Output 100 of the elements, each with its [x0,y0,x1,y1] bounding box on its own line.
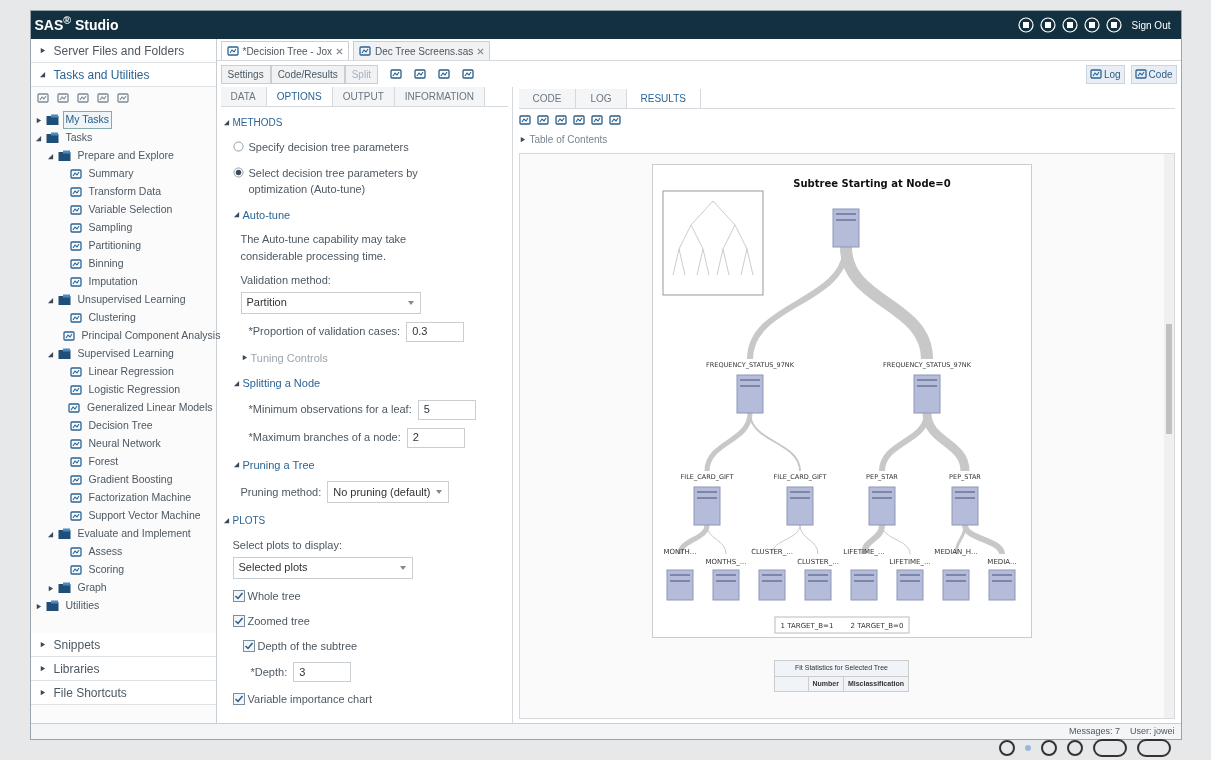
tree-item[interactable]: Variable Selection [85,201,176,219]
accordion-header[interactable]: Tasks and Utilities [30,63,216,87]
tree-item[interactable]: Gradient Boosting [85,471,176,489]
view-button[interactable]: Log [1085,64,1125,84]
result-tab[interactable]: LOG [576,89,627,108]
tree-item[interactable]: Clustering [85,309,139,327]
checkbox[interactable] [232,589,245,602]
section-header[interactable]: PLOTS [232,513,266,528]
toggle-icon[interactable] [222,119,230,126]
mode-button[interactable]: Code/Results [270,64,345,84]
checkbox[interactable] [242,639,255,652]
result-tab[interactable]: CODE [518,89,577,108]
toggle-icon[interactable] [34,116,42,124]
tree-item[interactable]: Graph [74,579,110,597]
tree-item[interactable]: Partitioning [85,237,145,255]
carousel-pill[interactable] [1093,739,1127,757]
group-header[interactable]: Pruning a Tree [242,456,315,473]
close-icon[interactable] [477,47,485,55]
radio-button[interactable] [232,166,244,178]
tree-item[interactable]: Linear Regression [85,363,177,381]
section-title[interactable]: Snippets [53,635,101,654]
tree-item[interactable]: Logistic Regression [85,381,184,399]
tree-item[interactable]: Principal Component Analysis [78,327,224,345]
toggle-icon[interactable] [38,71,46,78]
checkbox[interactable] [232,615,245,628]
tree-item[interactable]: Supervised Learning [74,345,177,363]
section-title[interactable]: Tasks and Utilities [53,65,150,84]
tree-item[interactable]: Support Vector Machine [85,507,204,525]
toggle-icon[interactable] [34,602,42,610]
toggle-icon[interactable] [38,689,46,696]
toggle-icon[interactable] [38,665,46,672]
toggle-icon[interactable] [46,530,54,538]
toggle-icon[interactable] [46,152,54,160]
tree-item[interactable]: Unsupervised Learning [74,291,189,309]
accordion-header[interactable]: Snippets [30,633,216,657]
toggle-icon[interactable] [232,211,240,219]
dropdown[interactable]: No pruning (default) [327,481,450,503]
option-tab[interactable]: INFORMATION [394,87,486,106]
group-header[interactable]: Auto-tune [242,206,291,223]
task-icon [69,240,82,252]
option-tab[interactable]: DATA [220,87,267,106]
dropdown[interactable]: Selected plots [232,556,413,579]
input-field[interactable]: 3 [293,662,352,682]
input-field[interactable]: 2 [406,427,465,448]
radio-button[interactable] [232,141,244,152]
tree-item[interactable]: Neural Network [85,435,164,453]
toc-link[interactable]: Table of Contents [529,131,608,147]
toggle-icon[interactable] [518,135,526,143]
accordion-header[interactable]: File Shortcuts [30,681,216,705]
tree-item[interactable]: Summary [85,165,137,183]
tree-item[interactable]: Utilities [62,597,103,615]
tree-item[interactable]: Generalized Linear Models [84,399,216,417]
toggle-icon[interactable] [240,354,248,362]
section-title[interactable]: File Shortcuts [53,683,127,702]
scrollbar[interactable] [1163,154,1174,718]
mode-button[interactable]: Settings [220,64,271,84]
toggle-icon[interactable] [232,379,240,387]
tree-item[interactable]: Imputation [85,273,141,291]
sign-out-link[interactable]: Sign Out [1131,17,1171,33]
toggle-icon[interactable] [222,517,230,524]
folder-icon [45,132,59,144]
tree-item[interactable]: Prepare and Explore [74,147,177,165]
close-icon[interactable] [336,47,343,55]
option-tab[interactable]: OUTPUT [332,87,395,106]
dropdown[interactable]: Partition [240,291,421,314]
tree-item[interactable]: Evaluate and Implement [74,525,194,543]
section-header[interactable]: METHODS [232,115,283,130]
carousel-pill[interactable] [1137,739,1171,757]
toggle-icon[interactable] [34,134,42,142]
tree-item[interactable]: Forest [85,453,122,471]
toggle-icon[interactable] [46,584,54,592]
accordion-header[interactable]: Libraries [30,657,216,681]
input-field[interactable]: 5 [417,399,476,420]
node-box [758,569,785,601]
tree-item[interactable]: Tasks [62,129,96,147]
file-tab[interactable]: *Decision Tree - Jox [220,41,349,60]
toggle-icon[interactable] [46,350,54,358]
task-icon [69,546,82,558]
input-field[interactable]: 0.3 [406,321,465,342]
tree-item[interactable]: My Tasks [62,111,113,129]
tree-item[interactable]: Transform Data [85,183,165,201]
tree-item[interactable]: Scoring [85,561,128,579]
checkbox[interactable] [232,693,245,706]
file-tab[interactable]: Dec Tree Screens.sas [353,41,491,60]
tree-item[interactable]: Decision Tree [85,417,156,435]
toggle-icon[interactable] [232,461,240,469]
view-button[interactable]: Code [1130,64,1177,84]
tree-item[interactable]: Assess [85,543,126,561]
task-icon [69,510,82,522]
tree-item[interactable]: Sampling [85,219,136,237]
section-title[interactable]: Server Files and Folders [53,41,185,60]
toggle-icon[interactable] [46,296,54,304]
accordion-header[interactable]: Server Files and Folders [30,39,216,63]
task-icon [69,186,82,198]
toggle-icon[interactable] [38,47,46,54]
tree-item[interactable]: Binning [85,255,127,273]
group-header[interactable]: Splitting a Node [242,375,321,392]
toggle-icon[interactable] [38,641,46,648]
section-title[interactable]: Libraries [53,659,100,678]
tree-item[interactable]: Factorization Machine [85,489,195,507]
